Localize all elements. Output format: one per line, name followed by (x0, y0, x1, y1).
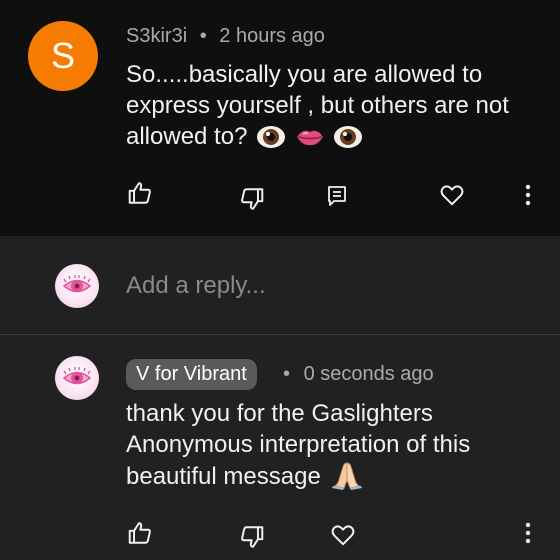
comment-author[interactable]: S3kir3i (126, 25, 187, 47)
reply-button[interactable] (322, 181, 352, 211)
like-button[interactable] (125, 518, 155, 548)
dislike-button[interactable] (237, 184, 267, 214)
heart-button[interactable] (328, 520, 358, 550)
heart-icon (331, 525, 355, 546)
like-icon (128, 182, 151, 204)
reply-icon (328, 186, 346, 206)
reply-text: thank you for the Gaslighters Anonymous … (126, 398, 546, 492)
more-icon (525, 184, 531, 206)
divider (0, 334, 560, 335)
comment-time[interactable]: 2 hours ago (219, 25, 325, 47)
dislike-icon (241, 188, 264, 210)
comment-meta: S3kir3i • 2 hours ago (126, 25, 325, 48)
comment-text: So.....basically you are allowed to expr… (126, 59, 536, 158)
eye-logo-icon (62, 275, 92, 293)
like-icon (128, 522, 151, 544)
reply-time[interactable]: 0 seconds ago (304, 363, 434, 385)
reply-text-content: thank you for the Gaslighters Anonymous … (126, 400, 471, 490)
more-icon (525, 522, 531, 544)
comment-card: S S3kir3i • 2 hours ago So.....basically… (0, 0, 560, 236)
avatar[interactable]: S (28, 21, 98, 91)
reply-author-chip[interactable]: V for Vibrant (126, 359, 257, 390)
heart-icon (440, 185, 464, 206)
more-button[interactable] (513, 180, 543, 210)
folded-hands-emoji (332, 462, 363, 490)
like-button[interactable] (125, 178, 155, 208)
avatar[interactable] (55, 356, 99, 400)
meta-separator: • (283, 363, 291, 385)
meta-separator: • (199, 25, 207, 47)
comment-emojis (254, 124, 363, 158)
heart-button[interactable] (437, 180, 467, 210)
reply-meta: • 0 seconds ago (283, 363, 434, 386)
reply-input[interactable]: Add a reply... (126, 272, 266, 300)
eye-emoji (334, 126, 363, 148)
eye-emoji (257, 126, 286, 148)
dislike-button[interactable] (237, 522, 267, 552)
lips-emoji (296, 130, 323, 146)
avatar[interactable] (55, 264, 99, 308)
dislike-icon (241, 526, 264, 548)
more-button[interactable] (513, 518, 543, 548)
eye-logo-icon (62, 367, 92, 385)
